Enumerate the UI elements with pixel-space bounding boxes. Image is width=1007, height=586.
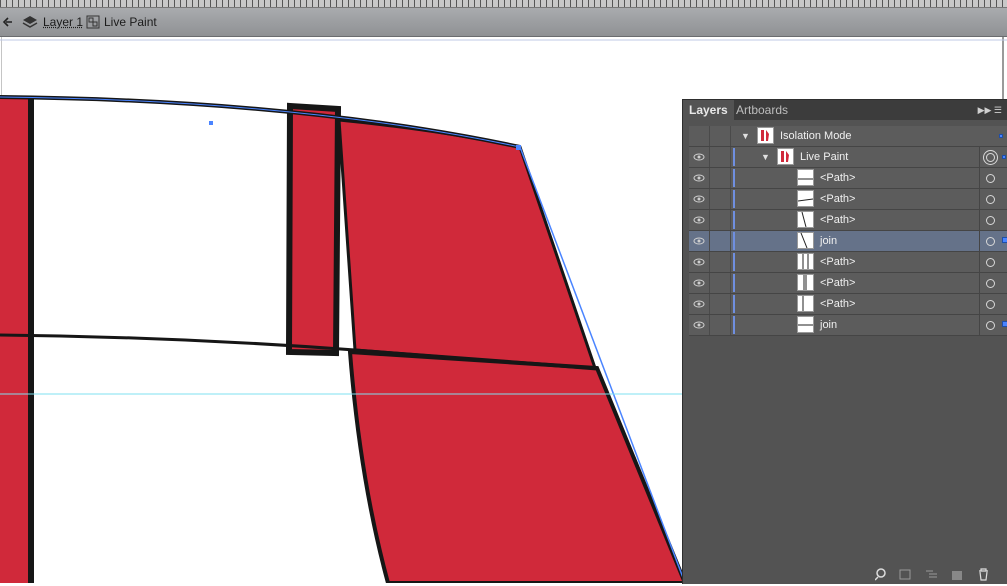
layer-row[interactable]: ▼ Isolation Mode bbox=[689, 126, 1007, 147]
target-indicator[interactable] bbox=[979, 126, 999, 146]
layer-name[interactable]: join bbox=[820, 231, 837, 251]
target-indicator[interactable] bbox=[979, 273, 1000, 293]
visibility-toggle[interactable] bbox=[689, 189, 710, 209]
visibility-toggle[interactable] bbox=[689, 231, 710, 251]
new-sublayer-icon[interactable] bbox=[925, 568, 938, 581]
selection-indicator[interactable] bbox=[1002, 237, 1007, 243]
layer-thumbnail bbox=[797, 274, 814, 291]
layers-list: ▼ Isolation Mode ▼ Live Paint <Path> <Pa… bbox=[689, 126, 1007, 336]
layer-stack-icon bbox=[22, 8, 38, 36]
layer-thumbnail bbox=[797, 295, 814, 312]
layer-name[interactable]: Live Paint bbox=[800, 147, 848, 167]
layer-name[interactable]: <Path> bbox=[820, 210, 855, 230]
layer-name[interactable]: <Path> bbox=[820, 294, 855, 314]
layer-name[interactable]: <Path> bbox=[820, 252, 855, 272]
back-arrow-icon[interactable] bbox=[2, 8, 14, 36]
breadcrumb-group[interactable]: Live Paint bbox=[104, 8, 157, 36]
lock-toggle[interactable] bbox=[710, 126, 731, 146]
layer-name[interactable]: Isolation Mode bbox=[780, 126, 852, 146]
layer-name[interactable]: join bbox=[820, 315, 837, 335]
layer-thumbnail bbox=[757, 127, 774, 144]
horizontal-ruler[interactable] bbox=[0, 0, 1007, 8]
expand-triangle-icon[interactable]: ▼ bbox=[761, 147, 770, 167]
vertical-band bbox=[285, 102, 342, 357]
layer-thumbnail bbox=[797, 316, 814, 333]
lock-toggle[interactable] bbox=[710, 231, 731, 251]
lower-red-region bbox=[347, 349, 688, 583]
clipping-mask-icon[interactable] bbox=[899, 568, 912, 581]
trash-icon[interactable] bbox=[977, 568, 990, 581]
new-layer-icon[interactable] bbox=[951, 568, 964, 581]
visibility-toggle[interactable] bbox=[689, 126, 710, 146]
visibility-toggle[interactable] bbox=[689, 168, 710, 188]
visibility-toggle[interactable] bbox=[689, 252, 710, 272]
layer-thumbnail bbox=[797, 253, 814, 270]
isolation-mode-bar: Layer 1 Live Paint bbox=[0, 8, 1007, 37]
layer-thumbnail bbox=[797, 169, 814, 186]
layer-name[interactable]: <Path> bbox=[820, 189, 855, 209]
layer-row[interactable]: <Path> bbox=[689, 252, 1007, 273]
visibility-toggle[interactable] bbox=[689, 210, 710, 230]
layer-row[interactable]: ▼ Live Paint bbox=[689, 147, 1007, 168]
lock-toggle[interactable] bbox=[710, 273, 731, 293]
left-red-region bbox=[0, 97, 32, 583]
lock-toggle[interactable] bbox=[710, 315, 731, 335]
lock-toggle[interactable] bbox=[710, 252, 731, 272]
lock-toggle[interactable] bbox=[710, 189, 731, 209]
layer-thumbnail bbox=[777, 148, 794, 165]
panel-tabs: Layers Artboards ▶▶ ☰ bbox=[683, 100, 1007, 120]
layer-name[interactable]: <Path> bbox=[820, 273, 855, 293]
selection-indicator[interactable] bbox=[999, 134, 1003, 138]
layer-row[interactable]: <Path> bbox=[689, 168, 1007, 189]
visibility-toggle[interactable] bbox=[689, 273, 710, 293]
tab-layers[interactable]: Layers bbox=[683, 100, 734, 120]
panel-footer bbox=[683, 566, 1007, 584]
layer-thumbnail bbox=[797, 232, 814, 249]
layer-row[interactable]: <Path> bbox=[689, 294, 1007, 315]
layer-row[interactable]: join bbox=[689, 231, 1007, 252]
panel-menu-icon[interactable]: ▶▶ ☰ bbox=[978, 100, 1002, 120]
target-indicator[interactable] bbox=[979, 315, 1000, 335]
visibility-toggle[interactable] bbox=[689, 147, 710, 167]
lock-toggle[interactable] bbox=[710, 294, 731, 314]
tab-artboards[interactable]: Artboards bbox=[730, 100, 794, 120]
layer-thumbnail bbox=[797, 190, 814, 207]
layer-name[interactable]: <Path> bbox=[820, 168, 855, 188]
selection-indicator[interactable] bbox=[1002, 155, 1006, 159]
layer-row[interactable]: <Path> bbox=[689, 210, 1007, 231]
target-indicator[interactable] bbox=[979, 189, 1000, 209]
target-indicator[interactable] bbox=[979, 210, 1000, 230]
target-indicator[interactable] bbox=[979, 231, 1000, 251]
live-paint-group-icon bbox=[86, 8, 100, 36]
search-icon[interactable] bbox=[874, 568, 888, 581]
visibility-toggle[interactable] bbox=[689, 294, 710, 314]
selection-indicator[interactable] bbox=[1002, 321, 1007, 327]
target-indicator[interactable] bbox=[979, 168, 1000, 188]
target-indicator[interactable] bbox=[979, 147, 1000, 167]
layer-row[interactable]: join bbox=[689, 315, 1007, 336]
lock-toggle[interactable] bbox=[710, 210, 731, 230]
expand-triangle-icon[interactable]: ▼ bbox=[741, 126, 750, 146]
lock-toggle[interactable] bbox=[710, 168, 731, 188]
layer-thumbnail bbox=[797, 211, 814, 228]
target-indicator[interactable] bbox=[979, 252, 1000, 272]
visibility-toggle[interactable] bbox=[689, 315, 710, 335]
breadcrumb-layer[interactable]: Layer 1 bbox=[43, 8, 83, 36]
target-indicator[interactable] bbox=[979, 294, 1000, 314]
layer-row[interactable]: <Path> bbox=[689, 189, 1007, 210]
layers-panel: Layers Artboards ▶▶ ☰ ▼ Isolation Mode ▼ bbox=[682, 99, 1007, 584]
layer-row[interactable]: <Path> bbox=[689, 273, 1007, 294]
lock-toggle[interactable] bbox=[710, 147, 731, 167]
